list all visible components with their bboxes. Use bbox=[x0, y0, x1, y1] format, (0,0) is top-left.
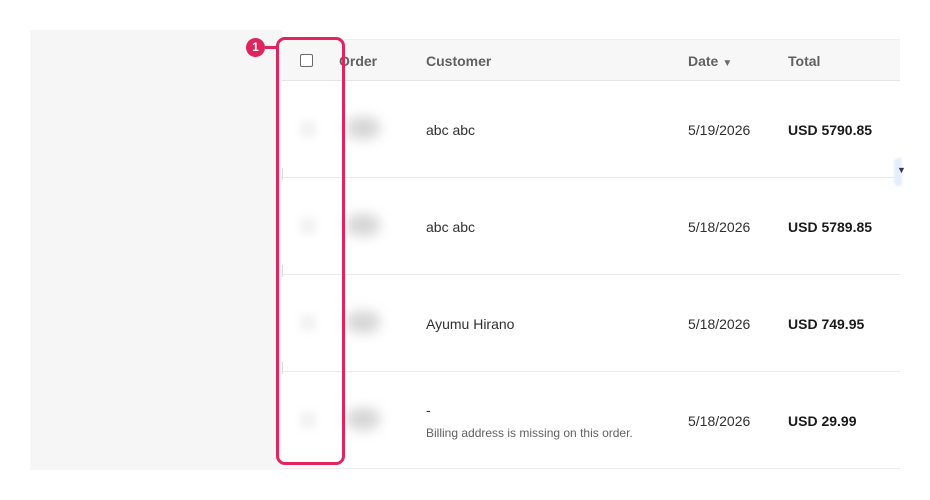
order-number-blurred bbox=[346, 117, 380, 139]
annotation-badge: 1 bbox=[246, 38, 265, 57]
orders-table: Order Customer Date ▼ Total abc abc 5/19/… bbox=[282, 39, 900, 470]
row-customer: abc abc bbox=[426, 122, 476, 138]
row-total: USD 5790.85 bbox=[788, 122, 873, 138]
table-row[interactable]: abc abc 5/18/2026 USD 5789.85 bbox=[282, 178, 900, 275]
row-total: USD 29.99 bbox=[788, 413, 857, 429]
row-total: USD 749.95 bbox=[788, 316, 865, 332]
order-number-blurred bbox=[346, 311, 380, 333]
table-row[interactable]: - Billing address is missing on this ord… bbox=[282, 372, 900, 469]
table-row[interactable]: abc abc 5/19/2026 USD 5790.85 bbox=[282, 81, 900, 178]
row-customer: Ayumu Hirano bbox=[426, 316, 515, 332]
row-total: USD 5789.85 bbox=[788, 219, 873, 235]
row-date: 5/18/2026 bbox=[688, 413, 751, 429]
billing-address-missing-note: Billing address is missing on this order… bbox=[426, 426, 633, 440]
row-customer: - bbox=[426, 402, 431, 418]
row-date: 5/19/2026 bbox=[688, 122, 751, 138]
column-header-total[interactable]: Total bbox=[788, 40, 820, 82]
order-number-blurred bbox=[346, 408, 380, 430]
caret-down-icon: ▼ bbox=[722, 58, 733, 69]
row-customer: abc abc bbox=[426, 219, 476, 235]
column-header-date[interactable]: Date ▼ bbox=[688, 40, 732, 82]
table-header: Order Customer Date ▼ Total bbox=[282, 39, 900, 81]
left-panel bbox=[30, 30, 282, 470]
orders-screen: Order Customer Date ▼ Total abc abc 5/19/… bbox=[0, 0, 930, 500]
chevron-down-icon: ▼ bbox=[897, 165, 906, 175]
table-row[interactable]: Ayumu Hirano 5/18/2026 USD 749.95 bbox=[282, 275, 900, 372]
row-date: 5/18/2026 bbox=[688, 316, 751, 332]
row-date: 5/18/2026 bbox=[688, 219, 751, 235]
column-header-date-label: Date bbox=[688, 53, 719, 69]
column-header-customer[interactable]: Customer bbox=[426, 40, 491, 82]
order-number-blurred bbox=[346, 214, 380, 236]
annotation-connector bbox=[265, 46, 276, 49]
annotation-highlight-box bbox=[276, 37, 345, 465]
